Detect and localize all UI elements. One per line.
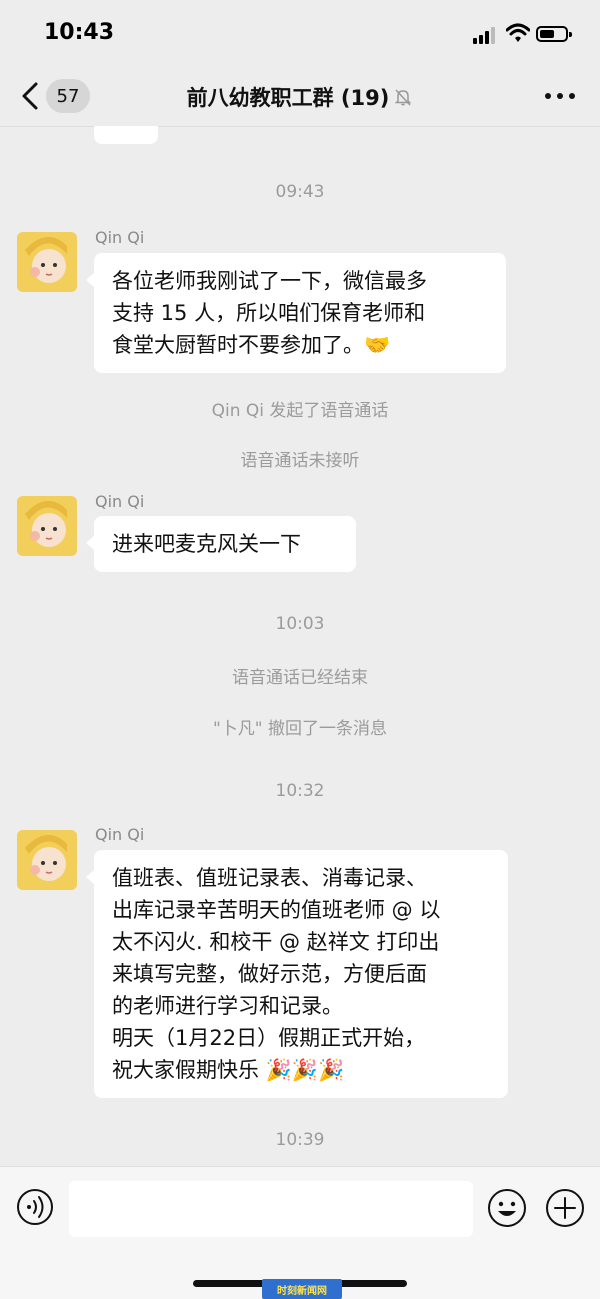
battery-icon [536,26,572,42]
message-bubble[interactable]: 进来吧麦克风关一下 [86,516,356,572]
nav-bar: 57 前八幼教职工群 (19) [0,70,600,127]
system-message: Qin Qi 发起了语音通话 [211,401,389,421]
time-separator: 10:39 [275,1130,325,1150]
message-input[interactable] [69,1181,473,1237]
watermark-logo: 时刻新闻网 [262,1279,342,1299]
message-line: 食堂大厨暂时不要参加了。🤝 [112,333,391,357]
time-separator: 10:32 [275,781,325,801]
message-line: 支持 15 人，所以咱们保育老师和 [112,301,426,325]
chat-title-wrap[interactable]: 前八幼教职工群 (19) [150,80,450,114]
avatar[interactable] [17,232,77,292]
message-line: 来填写完整，做好示范，方便后面 [112,962,427,986]
message-line: 进来吧麦克风关一下 [112,532,301,556]
back-button[interactable]: 57 [18,78,98,114]
sender-name: Qin Qi [95,825,145,844]
message-line: 祝大家假期快乐 🎉🎉🎉 [112,1058,345,1082]
avatar-image [17,232,77,292]
message-line: 出库记录辛苦明天的值班老师 @ 以 [112,898,441,922]
avatar[interactable] [17,496,77,556]
wifi-icon [506,23,530,42]
previous-message-bubble[interactable] [94,126,158,144]
chevron-left-icon [22,82,38,110]
avatar-image [17,830,77,890]
watermark-text: 时刻新闻网 [277,1285,327,1297]
message-line: 明天（1月22日）假期正式开始， [112,1026,426,1050]
unread-count-badge: 57 [46,79,90,113]
time-separator: 09:43 [275,182,325,202]
message-bubble[interactable]: 各位老师我刚试了一下，微信最多 支持 15 人，所以咱们保育老师和 食堂大厨暂时… [86,253,506,373]
system-message: 语音通话未接听 [240,451,360,471]
bell-slash-icon [395,89,412,106]
message-line: 值班表、值班记录表、消毒记录、 [112,866,427,890]
time-separator: 10:03 [275,614,325,634]
voice-icon[interactable] [15,1187,55,1227]
sender-name: Qin Qi [95,228,145,247]
sender-name: Qin Qi [95,492,145,511]
avatar[interactable] [17,830,77,890]
system-message: "卜凡" 撤回了一条消息 [212,719,388,739]
message-line: 的老师进行学习和记录。 [112,994,343,1018]
chat-title: 前八幼教职工群 (19) [186,86,390,110]
emoji-icon[interactable] [486,1187,528,1229]
input-bar: 时刻新闻网 [0,1166,600,1299]
ellipsis-icon[interactable] [540,84,580,108]
message-line: 各位老师我刚试了一下，微信最多 [112,269,427,293]
signal-icon [473,26,497,44]
avatar-image [17,496,77,556]
plus-icon[interactable] [544,1187,586,1229]
system-message: 语音通话已经结束 [232,668,368,688]
status-bar: 10:43 [0,0,600,70]
status-time: 10:43 [44,20,115,45]
message-line: 太不闪火. 和校干 @ 赵祥文 打印出 [112,930,440,954]
message-bubble[interactable]: 值班表、值班记录表、消毒记录、 出库记录辛苦明天的值班老师 @ 以 太不闪火. … [86,850,508,1098]
